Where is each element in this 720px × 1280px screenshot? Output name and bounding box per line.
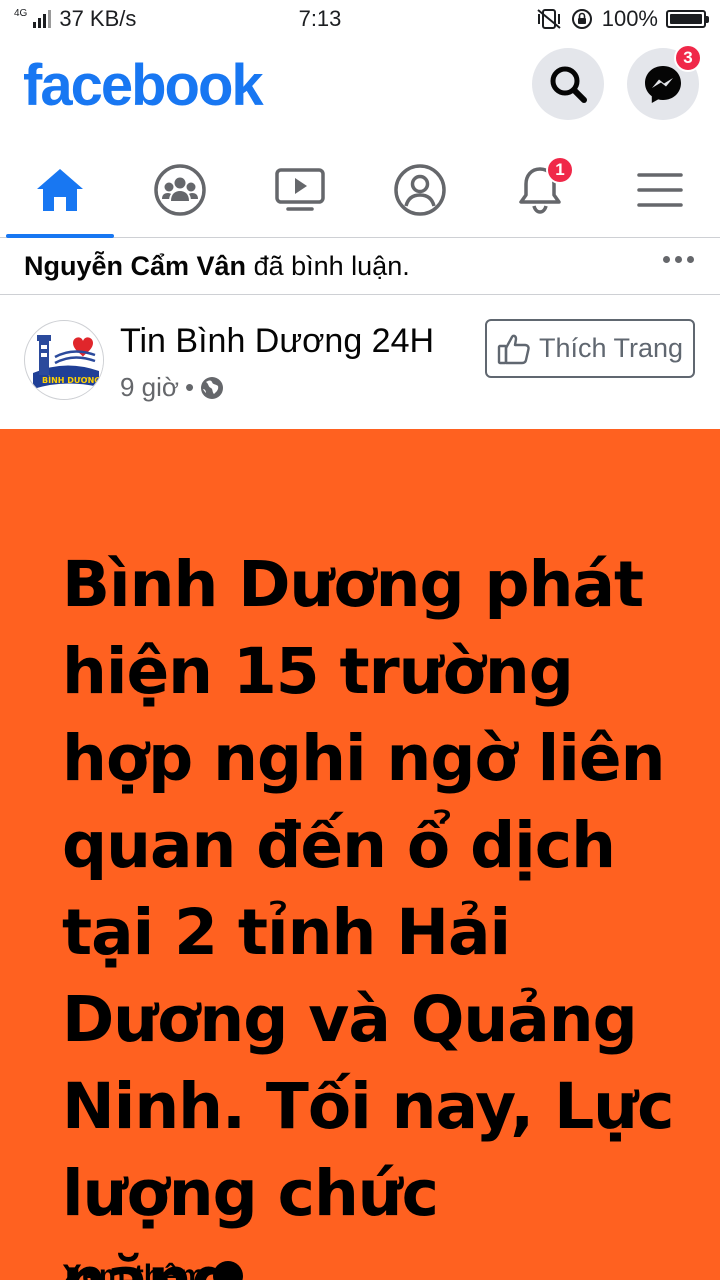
- home-tab[interactable]: [0, 142, 120, 238]
- status-right: 100%: [406, 6, 709, 32]
- battery-percent: 100%: [601, 6, 658, 31]
- thumbs-up-icon: [497, 334, 530, 364]
- network-speed: 37 KB/s: [59, 6, 137, 31]
- page-logo-icon: BÌNH DƯƠNG: [27, 323, 103, 399]
- meta-separator: •: [184, 372, 195, 402]
- video-icon: [275, 167, 325, 211]
- page-avatar[interactable]: BÌNH DƯƠNG: [24, 320, 104, 400]
- chevron-down-icon: [213, 1261, 244, 1280]
- see-more-link[interactable]: Xem thêm: [62, 1259, 244, 1280]
- activity-line: Nguyễn Cẩm Vân đã bình luận.: [0, 238, 720, 295]
- notifications-tab[interactable]: 1: [480, 142, 600, 237]
- activity-actor[interactable]: Nguyễn Cẩm Vân: [24, 251, 246, 282]
- page-name[interactable]: Tin Bình Dương 24H: [120, 322, 434, 361]
- messenger-icon: [645, 66, 681, 103]
- see-more-label: Xem thêm: [62, 1259, 206, 1280]
- more-options-button[interactable]: [663, 256, 694, 263]
- groups-tab[interactable]: [120, 142, 240, 237]
- post-time[interactable]: 9 giờ: [120, 372, 179, 403]
- hamburger-icon: [637, 172, 683, 207]
- watch-tab[interactable]: [240, 142, 360, 237]
- clock: 7:13: [298, 6, 342, 31]
- battery-icon: [666, 10, 709, 28]
- messenger-button[interactable]: 3: [627, 44, 702, 120]
- more-dots-icon: [663, 256, 670, 263]
- search-icon: [550, 66, 587, 103]
- menu-tab[interactable]: [600, 142, 720, 237]
- search-button[interactable]: [532, 48, 604, 120]
- like-page-button[interactable]: Thích Trang: [485, 319, 695, 378]
- post-meta: 9 giờ •: [120, 372, 224, 403]
- globe-icon: [201, 376, 224, 399]
- notifications-badge: 1: [546, 156, 574, 184]
- activity-action: đã bình luận.: [253, 250, 410, 281]
- app-header: facebook 3: [0, 38, 720, 138]
- main-nav: 1: [0, 142, 720, 238]
- post-header: BÌNH DƯƠNG Tin Bình Dương 24H 9 giờ • Th…: [0, 296, 720, 428]
- rotation-lock-icon: [571, 9, 592, 29]
- like-page-label: Thích Trang: [538, 333, 684, 363]
- profile-icon: [394, 163, 446, 216]
- post-body[interactable]: Bình Dương phát hiện 15 trường hợp nghi …: [0, 429, 720, 1280]
- vibrate-off-icon: [537, 9, 561, 29]
- network-type: 4G: [14, 8, 28, 19]
- status-bar: 4G 37 KB/s 7:13 100%: [0, 0, 720, 38]
- messenger-badge: 3: [674, 44, 702, 72]
- home-icon: [37, 168, 83, 211]
- signal-icon: [33, 10, 52, 28]
- facebook-logo[interactable]: facebook: [23, 52, 264, 119]
- post-text: Bình Dương phát hiện 15 trường hợp nghi …: [62, 548, 674, 1280]
- svg-text:BÌNH DƯƠNG: BÌNH DƯƠNG: [42, 374, 101, 385]
- groups-icon: [154, 163, 206, 216]
- profile-tab[interactable]: [360, 142, 480, 237]
